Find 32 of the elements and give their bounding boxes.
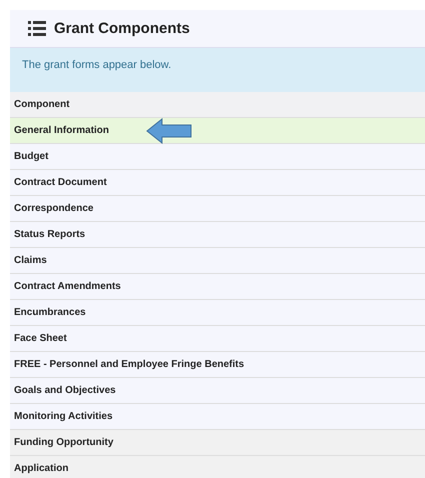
info-message: The grant forms appear below. [10,48,425,92]
table-row[interactable]: Status Reports [10,222,425,248]
table-row[interactable]: Claims [10,248,425,274]
list-icon [28,21,46,36]
table-cell: Encumbrances [14,307,86,318]
table-cell: FREE - Personnel and Employee Fringe Benefits [14,359,244,370]
column-header: Component [10,92,425,118]
table-cell: Contract Document [14,177,107,188]
table-cell: Correspondence [14,203,94,214]
table-row[interactable]: Correspondence [10,196,425,222]
table-cell: Budget [14,151,48,162]
table-row[interactable]: Budget [10,144,425,170]
table-row[interactable]: Monitoring Activities [10,404,425,430]
table-cell: General Information [14,125,110,136]
table-row[interactable]: Application [10,456,425,478]
table-row[interactable]: Contract Amendments [10,274,425,300]
table-row[interactable]: Encumbrances [10,300,425,326]
table-cell: Contract Amendments [14,281,121,292]
table-cell: Application [14,463,68,474]
table-row[interactable]: General Information [10,118,425,144]
table-row[interactable]: Funding Opportunity [10,430,425,456]
table-row[interactable]: FREE - Personnel and Employee Fringe Benefits [10,352,425,378]
table-cell: Funding Opportunity [14,437,114,448]
table-row[interactable]: Goals and Objectives [10,378,425,404]
table-cell: Claims [14,255,47,266]
table-row[interactable]: Contract Document [10,170,425,196]
table-row[interactable]: Face Sheet [10,326,425,352]
table-cell: Status Reports [14,229,86,240]
panel-title: Grant Components [54,20,190,37]
table-cell: Face Sheet [14,333,67,344]
table-cell: Monitoring Activities [14,411,113,422]
table-cell: Goals and Objectives [14,385,116,396]
